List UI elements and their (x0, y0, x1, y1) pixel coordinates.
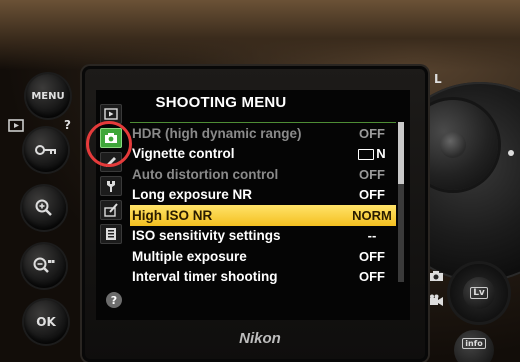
menu-item-label: ISO sensitivity settings (132, 228, 281, 244)
tab-setup[interactable] (100, 176, 122, 196)
zoom-in-button[interactable] (22, 186, 66, 230)
multi-selector-center[interactable] (440, 132, 466, 158)
menu-item-value: -- (367, 228, 377, 244)
menu-item-label: HDR (high dynamic range) (132, 125, 302, 141)
menu-item-value-group: N (350, 146, 394, 161)
menu-item-value: NORM (352, 207, 392, 223)
tab-my-menu[interactable] (100, 224, 122, 244)
brand-logo: Nikon (239, 330, 281, 347)
menu-item-high-iso-nr[interactable]: High ISO NR NORM (130, 205, 396, 226)
menu-item-label: Multiple exposure (132, 248, 247, 264)
highlight-circle (86, 121, 132, 167)
ok-button[interactable]: OK (24, 300, 68, 344)
vignette-box-icon (358, 149, 375, 161)
menu-item-long-exposure-nr[interactable]: Long exposure NR OFF (130, 185, 396, 206)
menu-button-label: MENU (31, 90, 65, 102)
zoom-out-button[interactable] (22, 244, 66, 288)
menu-item-hdr[interactable]: HDR (high dynamic range) OFF (130, 123, 396, 144)
ok-button-label: OK (36, 315, 56, 329)
tab-retouch[interactable] (100, 200, 122, 220)
scrollbar-thumb[interactable] (398, 122, 404, 184)
playback-body-icon (8, 118, 26, 137)
help-symbol: ? (64, 118, 71, 132)
menu-item-iso-sensitivity[interactable]: ISO sensitivity settings -- (130, 226, 396, 247)
menu-item-label: Long exposure NR (132, 187, 253, 203)
menu-item-value: OFF (359, 125, 385, 141)
menu-item-label: Vignette control (132, 146, 235, 162)
lv-button-label: Lv (470, 287, 488, 299)
wrench-icon (104, 179, 118, 193)
menu-item-value: N (376, 146, 386, 162)
menu-item-label: High ISO NR (132, 207, 213, 223)
key-icon (35, 144, 57, 156)
shooting-menu-list: HDR (high dynamic range) OFF Vignette co… (130, 122, 396, 287)
still-camera-icon (428, 270, 444, 286)
info-button-label: info (462, 338, 486, 349)
menu-item-interval-timer[interactable]: Interval timer shooting OFF (130, 267, 396, 288)
menu-item-label: Auto distortion control (132, 166, 279, 182)
menu-item-value: OFF (359, 248, 385, 264)
info-button[interactable]: info (454, 330, 494, 362)
camera-top-edge (0, 0, 520, 70)
retouch-icon (104, 203, 118, 217)
menu-item-value: OFF (359, 166, 385, 182)
zoom-in-icon (35, 199, 53, 217)
zoom-out-icon (33, 257, 55, 275)
menu-button[interactable]: MENU (26, 74, 70, 118)
movie-camera-icon (428, 294, 444, 310)
live-view-switch[interactable]: Lv (450, 264, 508, 322)
l-label: L (434, 72, 442, 86)
menu-item-auto-distortion[interactable]: Auto distortion control OFF (130, 164, 396, 185)
protect-key-button[interactable] (24, 128, 68, 172)
menu-scrollbar[interactable] (398, 122, 404, 282)
playback-icon (104, 108, 118, 120)
menu-title: SHOOTING MENU (155, 94, 287, 111)
camera-photo: MENU OK ? L Lv info SHOOTING MENU ? HDR … (0, 0, 520, 362)
help-icon[interactable]: ? (106, 292, 122, 308)
menu-item-multiple-exposure[interactable]: Multiple exposure OFF (130, 246, 396, 267)
menu-item-value: OFF (359, 269, 385, 285)
my-menu-icon (104, 227, 118, 241)
menu-item-value: OFF (359, 187, 385, 203)
lv-button[interactable]: Lv (463, 277, 495, 309)
menu-item-vignette-control[interactable]: Vignette control N (130, 144, 396, 165)
indicator-dot (508, 150, 514, 156)
menu-item-label: Interval timer shooting (132, 269, 278, 285)
